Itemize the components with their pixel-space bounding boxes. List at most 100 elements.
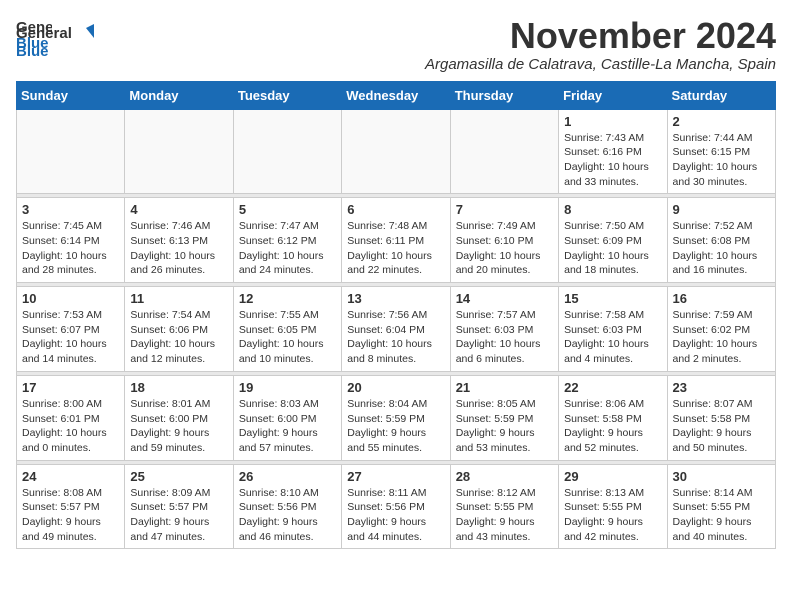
day-number: 14 bbox=[456, 291, 553, 306]
day-info: Sunrise: 8:09 AM Sunset: 5:57 PM Dayligh… bbox=[130, 486, 227, 545]
day-info: Sunrise: 8:05 AM Sunset: 5:59 PM Dayligh… bbox=[456, 397, 553, 456]
calendar-cell: 18Sunrise: 8:01 AM Sunset: 6:00 PM Dayli… bbox=[125, 375, 233, 460]
day-number: 29 bbox=[564, 469, 661, 484]
day-number: 26 bbox=[239, 469, 336, 484]
calendar-cell: 14 Sunrise: 7:57 AM Sunset: 6:03 PM Dayli… bbox=[450, 287, 558, 372]
day-info: Sunrise: 8:04 AM Sunset: 5:59 PM Dayligh… bbox=[347, 397, 444, 456]
day-number: 21 bbox=[456, 380, 553, 395]
month-title: November 2024 bbox=[425, 16, 776, 56]
svg-text:General: General bbox=[16, 25, 72, 42]
calendar-week-4: 17 Sunrise: 8:00 AM Sunset: 6:01 PM Dayli… bbox=[17, 375, 776, 460]
day-number: 25 bbox=[130, 469, 227, 484]
weekday-header-saturday: Saturday bbox=[667, 81, 775, 109]
svg-text:Blue: Blue bbox=[16, 43, 49, 60]
day-info: Sunrise: 8:00 AM Sunset: 6:01 PM Dayligh… bbox=[22, 397, 119, 456]
day-info: Sunrise: 7:52 AM Sunset: 6:08 PM Dayligh… bbox=[673, 219, 770, 278]
title-block: November 2024 Argamasilla de Calatrava, … bbox=[425, 16, 776, 73]
calendar-cell: 25 Sunrise: 8:09 AM Sunset: 5:57 PM Dayli… bbox=[125, 464, 233, 549]
day-number: 11 bbox=[130, 291, 227, 306]
day-number: 10 bbox=[22, 291, 119, 306]
day-info: Sunrise: 8:11 AM Sunset: 5:56 PM Dayligh… bbox=[347, 486, 444, 545]
weekday-header-sunday: Sunday bbox=[17, 81, 125, 109]
calendar-cell: 20 Sunrise: 8:04 AM Sunset: 5:59 PM Dayli… bbox=[342, 375, 450, 460]
calendar-cell: 3 Sunrise: 7:45 AM Sunset: 6:14 PM Daylig… bbox=[17, 198, 125, 283]
calendar-week-5: 24Sunrise: 8:08 AM Sunset: 5:57 PM Dayli… bbox=[17, 464, 776, 549]
day-number: 13 bbox=[347, 291, 444, 306]
day-number: 4 bbox=[130, 202, 227, 217]
day-number: 8 bbox=[564, 202, 661, 217]
day-number: 16 bbox=[673, 291, 770, 306]
calendar-cell: 12 Sunrise: 7:55 AM Sunset: 6:05 PM Dayli… bbox=[233, 287, 341, 372]
calendar-cell: 15 Sunrise: 7:58 AM Sunset: 6:03 PM Dayli… bbox=[559, 287, 667, 372]
day-info: Sunrise: 7:43 AM Sunset: 6:16 PM Dayligh… bbox=[564, 131, 661, 190]
calendar-cell: 23 Sunrise: 8:07 AM Sunset: 5:58 PM Dayli… bbox=[667, 375, 775, 460]
location-title: Argamasilla de Calatrava, Castille-La Ma… bbox=[425, 56, 776, 73]
calendar-cell: 8 Sunrise: 7:50 AM Sunset: 6:09 PM Daylig… bbox=[559, 198, 667, 283]
day-info: Sunrise: 7:44 AM Sunset: 6:15 PM Dayligh… bbox=[673, 131, 770, 190]
day-info: Sunrise: 7:49 AM Sunset: 6:10 PM Dayligh… bbox=[456, 219, 553, 278]
day-number: 7 bbox=[456, 202, 553, 217]
day-info: Sunrise: 8:07 AM Sunset: 5:58 PM Dayligh… bbox=[673, 397, 770, 456]
day-info: Sunrise: 7:47 AM Sunset: 6:12 PM Dayligh… bbox=[239, 219, 336, 278]
day-info: Sunrise: 7:45 AM Sunset: 6:14 PM Dayligh… bbox=[22, 219, 119, 278]
day-info: Sunrise: 7:55 AM Sunset: 6:05 PM Dayligh… bbox=[239, 308, 336, 367]
calendar-cell: 1 Sunrise: 7:43 AM Sunset: 6:16 PM Daylig… bbox=[559, 109, 667, 194]
calendar-cell: 7 Sunrise: 7:49 AM Sunset: 6:10 PM Daylig… bbox=[450, 198, 558, 283]
day-number: 18 bbox=[130, 380, 227, 395]
calendar-cell: 5Sunrise: 7:47 AM Sunset: 6:12 PM Daylig… bbox=[233, 198, 341, 283]
calendar-week-2: 3 Sunrise: 7:45 AM Sunset: 6:14 PM Daylig… bbox=[17, 198, 776, 283]
calendar-week-3: 10 Sunrise: 7:53 AM Sunset: 6:07 PM Dayli… bbox=[17, 287, 776, 372]
day-number: 12 bbox=[239, 291, 336, 306]
day-info: Sunrise: 7:54 AM Sunset: 6:06 PM Dayligh… bbox=[130, 308, 227, 367]
calendar-week-1: 1 Sunrise: 7:43 AM Sunset: 6:16 PM Daylig… bbox=[17, 109, 776, 194]
day-number: 15 bbox=[564, 291, 661, 306]
calendar-cell: 17 Sunrise: 8:00 AM Sunset: 6:01 PM Dayli… bbox=[17, 375, 125, 460]
day-info: Sunrise: 8:03 AM Sunset: 6:00 PM Dayligh… bbox=[239, 397, 336, 456]
day-number: 28 bbox=[456, 469, 553, 484]
day-info: Sunrise: 8:10 AM Sunset: 5:56 PM Dayligh… bbox=[239, 486, 336, 545]
calendar-cell: 19Sunrise: 8:03 AM Sunset: 6:00 PM Dayli… bbox=[233, 375, 341, 460]
day-number: 2 bbox=[673, 114, 770, 129]
day-number: 27 bbox=[347, 469, 444, 484]
calendar-cell: 11 Sunrise: 7:54 AM Sunset: 6:06 PM Dayli… bbox=[125, 287, 233, 372]
day-info: Sunrise: 8:12 AM Sunset: 5:55 PM Dayligh… bbox=[456, 486, 553, 545]
calendar-cell: 28 Sunrise: 8:12 AM Sunset: 5:55 PM Dayli… bbox=[450, 464, 558, 549]
day-number: 23 bbox=[673, 380, 770, 395]
day-info: Sunrise: 8:13 AM Sunset: 5:55 PM Dayligh… bbox=[564, 486, 661, 545]
day-number: 1 bbox=[564, 114, 661, 129]
day-info: Sunrise: 7:59 AM Sunset: 6:02 PM Dayligh… bbox=[673, 308, 770, 367]
calendar-cell: 2 Sunrise: 7:44 AM Sunset: 6:15 PM Daylig… bbox=[667, 109, 775, 194]
weekday-header-friday: Friday bbox=[559, 81, 667, 109]
day-number: 30 bbox=[673, 469, 770, 484]
calendar-cell: 9 Sunrise: 7:52 AM Sunset: 6:08 PM Daylig… bbox=[667, 198, 775, 283]
day-info: Sunrise: 7:48 AM Sunset: 6:11 PM Dayligh… bbox=[347, 219, 444, 278]
calendar-cell bbox=[125, 109, 233, 194]
day-info: Sunrise: 7:57 AM Sunset: 6:03 PM Dayligh… bbox=[456, 308, 553, 367]
logo: General Blue General Blue bbox=[16, 16, 96, 62]
calendar-cell: 16 Sunrise: 7:59 AM Sunset: 6:02 PM Dayli… bbox=[667, 287, 775, 372]
calendar-cell bbox=[450, 109, 558, 194]
day-info: Sunrise: 7:56 AM Sunset: 6:04 PM Dayligh… bbox=[347, 308, 444, 367]
day-number: 17 bbox=[22, 380, 119, 395]
calendar-cell: 22Sunrise: 8:06 AM Sunset: 5:58 PM Dayli… bbox=[559, 375, 667, 460]
calendar-cell: 24Sunrise: 8:08 AM Sunset: 5:57 PM Dayli… bbox=[17, 464, 125, 549]
page-header: General Blue General Blue November 2024 … bbox=[16, 16, 776, 73]
day-number: 20 bbox=[347, 380, 444, 395]
calendar-cell bbox=[233, 109, 341, 194]
calendar-cell bbox=[342, 109, 450, 194]
day-number: 24 bbox=[22, 469, 119, 484]
day-info: Sunrise: 8:14 AM Sunset: 5:55 PM Dayligh… bbox=[673, 486, 770, 545]
calendar-cell: 26 Sunrise: 8:10 AM Sunset: 5:56 PM Dayli… bbox=[233, 464, 341, 549]
weekday-header-wednesday: Wednesday bbox=[342, 81, 450, 109]
calendar-table: SundayMondayTuesdayWednesdayThursdayFrid… bbox=[16, 81, 776, 550]
weekday-header-monday: Monday bbox=[125, 81, 233, 109]
day-number: 9 bbox=[673, 202, 770, 217]
day-info: Sunrise: 7:53 AM Sunset: 6:07 PM Dayligh… bbox=[22, 308, 119, 367]
calendar-cell: 21 Sunrise: 8:05 AM Sunset: 5:59 PM Dayli… bbox=[450, 375, 558, 460]
day-info: Sunrise: 8:06 AM Sunset: 5:58 PM Dayligh… bbox=[564, 397, 661, 456]
calendar-cell: 6 Sunrise: 7:48 AM Sunset: 6:11 PM Daylig… bbox=[342, 198, 450, 283]
day-number: 6 bbox=[347, 202, 444, 217]
day-info: Sunrise: 7:58 AM Sunset: 6:03 PM Dayligh… bbox=[564, 308, 661, 367]
day-info: Sunrise: 7:50 AM Sunset: 6:09 PM Dayligh… bbox=[564, 219, 661, 278]
day-number: 3 bbox=[22, 202, 119, 217]
